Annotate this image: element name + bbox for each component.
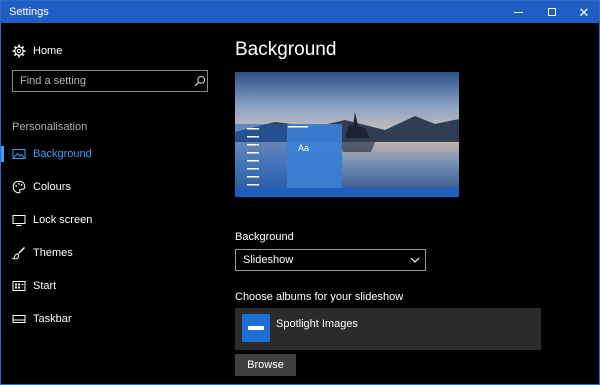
preview-image: Aa [235, 72, 459, 197]
sidebar-item-themes[interactable]: Themes [1, 241, 221, 265]
home-label: Home [33, 45, 63, 57]
grid-icon [12, 281, 26, 291]
background-preview: Aa [235, 72, 459, 197]
page-title: Background [235, 39, 337, 60]
sidebar-item-taskbar[interactable]: Taskbar [1, 307, 221, 331]
preview-sample-text: Aa [298, 143, 309, 153]
selection-indicator [1, 146, 4, 162]
picture-icon [12, 149, 26, 159]
settings-window: Settings ✕ Home Find a setting Personali… [0, 0, 600, 385]
sidebar-item-label: Colours [33, 181, 71, 193]
main-content: Background Aa Background Slideshow Choos… [221, 23, 599, 385]
albums-label: Choose albums for your slideshow [235, 291, 404, 303]
sidebar-item-start[interactable]: Start [1, 274, 221, 298]
close-icon: ✕ [578, 4, 590, 20]
minimize-icon [513, 11, 523, 13]
gear-icon [12, 44, 26, 58]
maximize-button[interactable] [535, 1, 569, 23]
taskbar-icon [12, 315, 26, 323]
paintbrush-icon [12, 247, 25, 260]
album-item[interactable]: Spotlight Images [235, 308, 541, 350]
sidebar: Home Find a setting Personalisation Back… [1, 23, 221, 385]
search-placeholder: Find a setting [20, 75, 87, 87]
sidebar-item-label: Taskbar [33, 313, 72, 325]
dropdown-value: Slideshow [243, 254, 294, 266]
close-button[interactable]: ✕ [567, 1, 600, 23]
folder-icon [242, 314, 270, 342]
search-icon[interactable] [194, 75, 206, 87]
home-nav-item[interactable]: Home [1, 40, 221, 62]
window-title: Settings [9, 6, 49, 18]
search-input[interactable]: Find a setting [12, 70, 208, 92]
sidebar-item-lock-screen[interactable]: Lock screen [1, 208, 221, 232]
background-type-dropdown[interactable]: Slideshow [235, 249, 426, 271]
title-bar[interactable]: Settings ✕ [1, 1, 599, 23]
maximize-icon [548, 8, 556, 16]
sidebar-item-label: Themes [33, 247, 73, 259]
browse-button[interactable]: Browse [235, 354, 296, 376]
album-name: Spotlight Images [276, 318, 358, 330]
sidebar-item-background[interactable]: Background [1, 142, 221, 166]
sidebar-item-label: Start [33, 280, 57, 292]
minimize-button[interactable] [501, 1, 535, 23]
chevron-down-icon [410, 257, 420, 263]
sidebar-item-label: Lock screen [33, 214, 93, 226]
sidebar-item-colours[interactable]: Colours [1, 175, 221, 199]
background-label: Background [235, 231, 294, 243]
palette-icon [12, 180, 26, 194]
section-heading: Personalisation [12, 121, 88, 133]
sidebar-item-label: Background [33, 148, 92, 160]
monitor-icon [12, 215, 26, 226]
